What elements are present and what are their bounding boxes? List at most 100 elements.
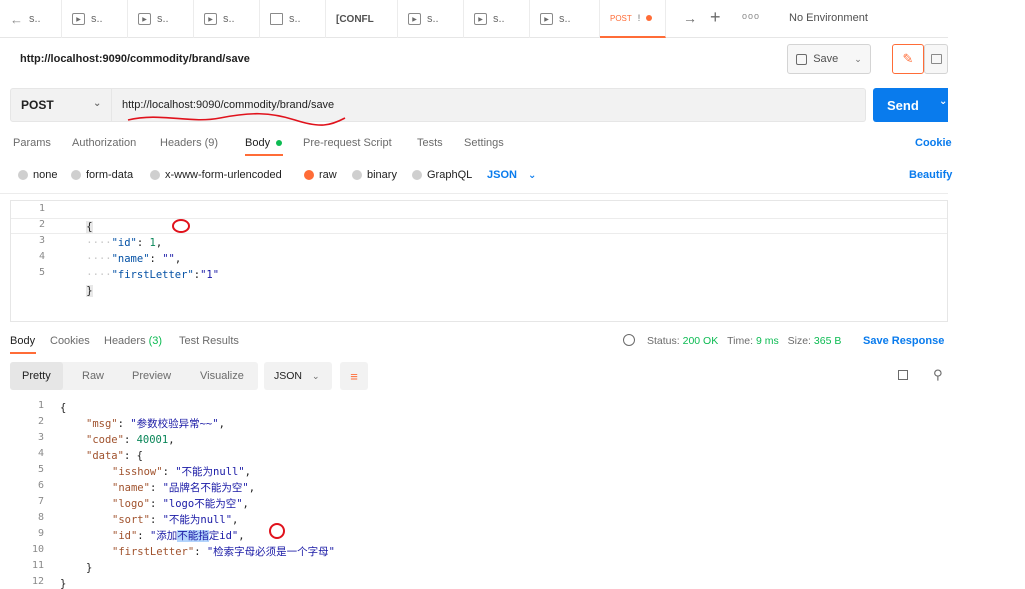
view-tab-visualize[interactable]: Visualize — [200, 362, 244, 390]
arrow-left-icon[interactable]: ← — [10, 12, 23, 27]
method-select[interactable]: POST ⌄ — [10, 88, 112, 122]
tab-body[interactable]: Body — [245, 137, 283, 149]
selected-text: 不能指 — [177, 530, 209, 542]
json-key: "firstLetter" — [111, 269, 194, 281]
code-line: ····"firstLetter":"1" — [86, 269, 220, 281]
status-value[interactable]: 200 OK — [683, 335, 719, 347]
more-tabs-icon[interactable]: ooo — [742, 11, 760, 21]
tab-authorization[interactable]: Authorization — [72, 137, 136, 149]
line-number: 9 — [37, 528, 44, 539]
tab-settings[interactable]: Settings — [464, 137, 504, 149]
json-value: 定id" — [208, 530, 239, 542]
json-value: "检索字母必须是一个字母" — [206, 546, 335, 558]
json-value: "不能为null" — [162, 514, 233, 526]
json-punctuation: , — [244, 466, 251, 478]
request-tab-bar: ← s.. ▶ s.. ▶ s.. ▶ s.. s.. [CONFL ▶ s..… — [0, 0, 948, 38]
play-icon: ▶ — [138, 13, 151, 25]
wrap-lines-icon[interactable]: ≡ — [340, 362, 368, 390]
documentation-button[interactable] — [924, 44, 948, 74]
play-icon: ▶ — [204, 13, 217, 25]
json-key: "code" — [86, 434, 124, 446]
cookies-link[interactable]: Cookie — [915, 137, 952, 149]
code-line: ····"name": "", — [86, 253, 182, 265]
request-body-editor[interactable]: 1 2 3 4 5 { ····"id": 1, ····"name": "",… — [10, 200, 948, 322]
search-icon[interactable]: ⚲ — [933, 367, 943, 383]
tab-label: s.. — [223, 13, 235, 25]
code-line: "id": "添加不能指定id", — [112, 528, 245, 544]
tab-headers[interactable]: Headers (9) — [160, 137, 218, 149]
tab-4[interactable]: s.. — [260, 0, 326, 38]
response-tab-test-results[interactable]: Test Results — [179, 335, 239, 347]
line-number: 2 — [38, 219, 45, 230]
format-label: JSON — [487, 169, 517, 181]
code-line: "code": 40001, — [86, 432, 175, 448]
tab-label: [CONFL — [336, 13, 374, 25]
json-value: "添加 — [149, 530, 178, 542]
radio-binary[interactable]: binary — [352, 169, 397, 181]
line-number: 1 — [38, 203, 45, 214]
line-number: 5 — [37, 464, 44, 475]
line-number: 2 — [37, 416, 44, 427]
code-line: "name": "品牌名不能为空", — [112, 480, 255, 496]
radio-form-data[interactable]: form-data — [71, 169, 133, 181]
tab-7[interactable]: ▶ s.. — [464, 0, 530, 38]
play-icon: ▶ — [540, 13, 553, 25]
tab-prerequest-script[interactable]: Pre-request Script — [303, 137, 392, 149]
tab-tests[interactable]: Tests — [417, 137, 443, 149]
copy-icon[interactable] — [898, 370, 908, 380]
view-tab-pretty[interactable]: Pretty — [10, 362, 63, 390]
tab-body-label: Body — [245, 137, 271, 149]
play-icon: ▶ — [72, 13, 85, 25]
json-punctuation: : — [149, 514, 163, 526]
tab-5[interactable]: [CONFL — [326, 0, 398, 38]
response-tab-headers[interactable]: Headers (3) — [104, 335, 162, 347]
json-punctuation: , — [168, 434, 175, 446]
radio-circle — [71, 170, 81, 180]
play-icon: ▶ — [408, 13, 421, 25]
code-line: "logo": "logo不能为空", — [112, 496, 249, 512]
body-format-select[interactable]: JSON ⌄ — [487, 169, 536, 181]
view-tab-raw[interactable]: Raw — [82, 362, 104, 390]
json-key: "data" — [86, 450, 124, 462]
size-value[interactable]: 365 B — [814, 335, 841, 347]
json-key: "sort" — [112, 514, 150, 526]
response-tab-body[interactable]: Body — [10, 335, 35, 347]
radio-none[interactable]: none — [18, 169, 57, 181]
arrow-right-icon[interactable]: → — [683, 10, 697, 26]
request-title[interactable]: http://localhost:9090/commodity/brand/sa… — [20, 53, 250, 65]
tab-8[interactable]: ▶ s.. — [530, 0, 600, 38]
annotation-circle — [269, 523, 285, 539]
view-tab-preview[interactable]: Preview — [132, 362, 171, 390]
tab-params[interactable]: Params — [13, 137, 51, 149]
radio-raw[interactable]: raw — [304, 169, 337, 181]
send-button[interactable]: Send ⌄ — [873, 88, 948, 122]
save-button[interactable]: Save ⌄ — [787, 44, 871, 74]
tab-0[interactable]: ← s.. — [0, 0, 62, 38]
response-body-viewer[interactable]: 1 {2 "msg": "参数校验异常~~", 3 "code": 40001, 4 "da… — [10, 398, 948, 589]
edit-button[interactable]: ✎ — [892, 44, 924, 74]
response-format-select[interactable]: JSON ⌄ — [264, 362, 332, 390]
radio-graphql[interactable]: GraphQL — [412, 169, 472, 181]
line-number: 8 — [37, 512, 44, 523]
radio-urlencoded[interactable]: x-www-form-urlencoded — [150, 169, 282, 181]
json-value: "不能为null" — [175, 466, 245, 478]
save-label: Save — [813, 53, 839, 65]
json-punctuation: : — [149, 482, 163, 494]
radio-label: raw — [319, 169, 337, 181]
response-tab-cookies[interactable]: Cookies — [50, 335, 90, 347]
environment-selector[interactable]: No Environment — [789, 12, 868, 24]
globe-icon[interactable] — [623, 334, 635, 346]
tab-1[interactable]: ▶ s.. — [62, 0, 128, 38]
body-indicator-dot — [276, 140, 283, 147]
time-value[interactable]: 9 ms — [756, 335, 779, 347]
save-response-button[interactable]: Save Response — [863, 335, 944, 347]
beautify-link[interactable]: Beautify — [909, 169, 952, 181]
chevron-down-icon[interactable]: ⌄ — [854, 54, 862, 65]
tab-3[interactable]: ▶ s.. — [194, 0, 260, 38]
chevron-down-icon[interactable]: ⌄ — [939, 96, 947, 107]
tab-active[interactable]: POST ! — [600, 0, 666, 38]
tab-2[interactable]: ▶ s.. — [128, 0, 194, 38]
code-line: "isshow": "不能为null", — [112, 464, 251, 480]
tab-6[interactable]: ▶ s.. — [398, 0, 464, 38]
new-tab-plus-icon[interactable]: + — [710, 7, 721, 28]
